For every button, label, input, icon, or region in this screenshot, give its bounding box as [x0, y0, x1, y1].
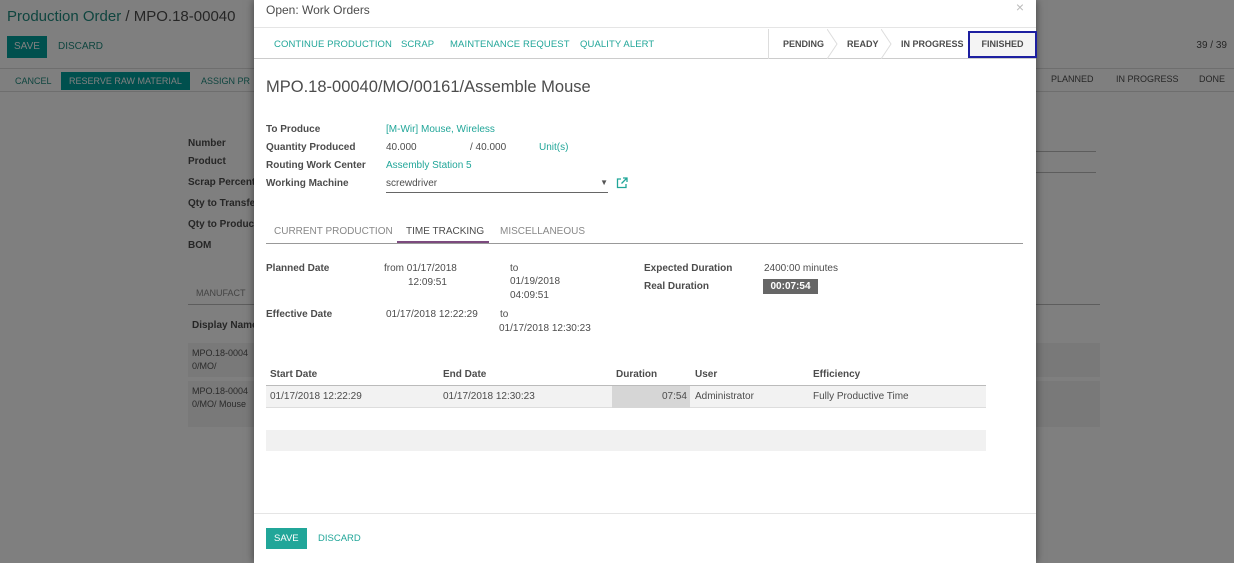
working-machine-value: screwdriver — [386, 178, 438, 189]
col-duration[interactable]: Duration — [616, 369, 657, 380]
cell-duration: 07:54 — [612, 386, 690, 408]
dialog-footer: SAVE DISCARD — [254, 513, 1036, 563]
notebook-tabs: CURRENT PRODUCTION TIME TRACKING MISCELL… — [266, 219, 1023, 244]
qty-unit-link[interactable]: Unit(s) — [539, 142, 568, 153]
expected-duration-value: 2400:00 minutes — [764, 263, 838, 274]
time-log-table: Start Date End Date Duration User Effici… — [266, 364, 986, 408]
effective-from: 01/17/2018 12:22:29 — [386, 309, 478, 320]
real-duration-timer: 00:07:54 — [763, 279, 818, 294]
routing-label: Routing Work Center — [266, 160, 366, 171]
to-produce-link[interactable]: [M-Wir] Mouse, Wireless — [386, 124, 495, 135]
active-tab-indicator — [397, 241, 489, 243]
dialog-title: Open: Work Orders — [266, 3, 370, 17]
to-produce-label: To Produce — [266, 124, 321, 135]
tab-miscellaneous[interactable]: MISCELLANEOUS — [500, 226, 585, 237]
stage-finished[interactable]: FINISHED — [968, 31, 1037, 58]
close-icon[interactable]: × — [1016, 0, 1024, 15]
empty-row — [266, 430, 986, 451]
stage-separator-icon — [881, 29, 893, 59]
cell-user: Administrator — [695, 391, 754, 402]
working-machine-select[interactable]: screwdriver ▼ — [386, 176, 608, 193]
col-efficiency[interactable]: Efficiency — [813, 369, 860, 380]
continue-production-button[interactable]: CONTINUE PRODUCTION — [274, 39, 392, 50]
cell-efficiency: Fully Productive Time — [813, 391, 909, 402]
cell-start-date: 01/17/2018 12:22:29 — [270, 391, 362, 402]
stage-ready[interactable]: READY — [847, 29, 879, 59]
work-order-dialog: Open: Work Orders × CONTINUE PRODUCTION … — [254, 0, 1037, 563]
save-button[interactable]: SAVE — [266, 528, 307, 549]
page-title: MPO.18-00040/MO/00161/Assemble Mouse — [266, 78, 591, 96]
qty-produced-value: 40.000 — [386, 142, 417, 153]
machine-label: Working Machine — [266, 178, 349, 189]
stage-pending[interactable]: PENDING — [783, 29, 824, 59]
effective-to-word: to — [500, 309, 509, 320]
planned-from-time: 12:09:51 — [408, 277, 447, 288]
dialog-toolbar: CONTINUE PRODUCTION SCRAP MAINTENANCE RE… — [254, 29, 1037, 59]
planned-from-date: from 01/17/2018 — [384, 263, 457, 274]
planned-to-word: to — [510, 263, 519, 274]
real-duration-label: Real Duration — [644, 281, 710, 292]
quality-alert-button[interactable]: QUALITY ALERT — [580, 39, 654, 50]
stage-separator-icon — [827, 29, 839, 59]
qty-total: / 40.000 — [470, 142, 507, 153]
stage-in-progress[interactable]: IN PROGRESS — [901, 29, 964, 59]
cell-end-date: 01/17/2018 12:30:23 — [443, 391, 535, 402]
maintenance-request-button[interactable]: MAINTENANCE REQUEST — [450, 39, 570, 50]
planned-date-label: Planned Date — [266, 263, 330, 274]
table-header-row: Start Date End Date Duration User Effici… — [266, 364, 986, 386]
discard-button[interactable]: DISCARD — [318, 533, 361, 544]
col-user[interactable]: User — [695, 369, 717, 380]
tab-time-tracking[interactable]: TIME TRACKING — [406, 226, 484, 237]
planned-to-time: 04:09:51 — [510, 290, 549, 301]
col-start-date[interactable]: Start Date — [270, 369, 317, 380]
tab-current-production[interactable]: CURRENT PRODUCTION — [274, 226, 393, 237]
effective-date-label: Effective Date — [266, 309, 333, 320]
table-row[interactable]: 01/17/2018 12:22:29 01/17/2018 12:30:23 … — [266, 386, 986, 408]
planned-to-date: 01/19/2018 — [510, 276, 561, 287]
qty-produced-label: Quantity Produced — [266, 142, 356, 153]
effective-to: 01/17/2018 12:30:23 — [499, 323, 591, 334]
scrap-button[interactable]: SCRAP — [401, 39, 434, 50]
chevron-down-icon[interactable]: ▼ — [600, 178, 608, 187]
stage-bar: PENDING READY IN PROGRESS FINISHED — [768, 29, 1037, 59]
col-end-date[interactable]: End Date — [443, 369, 486, 380]
expected-duration-label: Expected Duration — [644, 263, 733, 274]
external-link-icon[interactable] — [616, 177, 628, 189]
routing-link[interactable]: Assembly Station 5 — [386, 160, 472, 171]
dialog-header: Open: Work Orders × — [254, 0, 1036, 28]
